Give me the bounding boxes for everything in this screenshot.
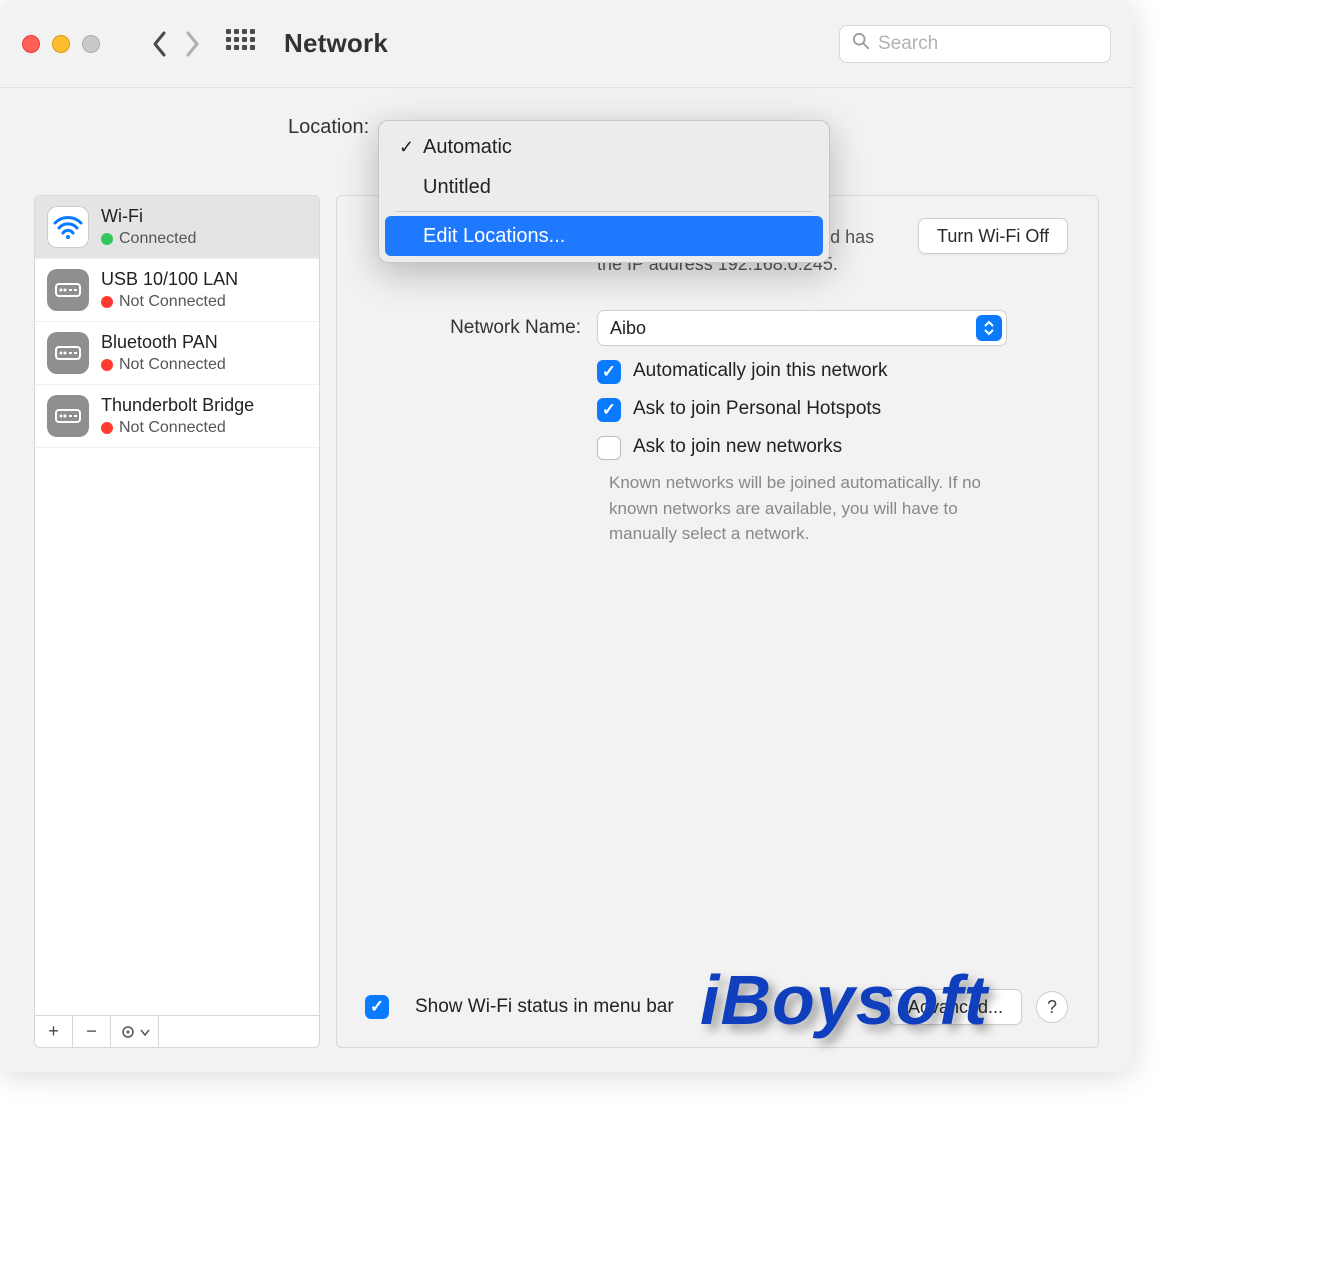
show-status-checkbox[interactable] — [365, 995, 389, 1019]
sidebar-spacer — [35, 448, 319, 1015]
location-label: Location: — [288, 116, 369, 139]
service-status: Not Connected — [101, 293, 238, 311]
show-status-label: Show Wi-Fi status in menu bar — [415, 996, 674, 1018]
check-icon: ✓ — [399, 137, 423, 158]
status-dot-icon — [101, 296, 113, 308]
system-preferences-window: Network Location: — [0, 0, 1133, 1072]
ask-new-label: Ask to join new networks — [633, 436, 842, 458]
ask-new-checkbox[interactable] — [597, 436, 621, 460]
service-name: Bluetooth PAN — [101, 332, 226, 354]
location-menu-item-automatic[interactable]: ✓ Automatic — [385, 127, 823, 167]
ask-hotspot-row: Ask to join Personal Hotspots — [367, 398, 1068, 422]
updown-arrows-icon — [976, 315, 1002, 341]
location-row: Location: — [0, 88, 1133, 118]
service-name: USB 10/100 LAN — [101, 269, 238, 291]
watermark: iBoysoft — [700, 960, 988, 1040]
service-actions-button[interactable] — [111, 1016, 159, 1047]
details-panel: Wi-Fi is connected to Aibo and has the I… — [336, 195, 1099, 1048]
ethernet-icon — [47, 332, 89, 374]
turn-wifi-off-button[interactable]: Turn Wi-Fi Off — [918, 218, 1068, 254]
known-networks-hint: Known networks will be joined automatica… — [609, 470, 1019, 547]
wifi-icon — [47, 206, 89, 248]
help-button[interactable]: ? — [1036, 991, 1068, 1023]
menu-item-label: Untitled — [423, 176, 491, 199]
add-service-button[interactable]: + — [35, 1016, 73, 1047]
service-usb-lan[interactable]: USB 10/100 LAN Not Connected — [35, 259, 319, 322]
auto-join-label: Automatically join this network — [633, 360, 888, 382]
service-text: USB 10/100 LAN Not Connected — [101, 269, 238, 311]
traffic-lights — [22, 35, 100, 53]
menu-item-label: Edit Locations... — [423, 225, 565, 248]
service-text: Wi-Fi Connected — [101, 206, 196, 248]
network-name-label: Network Name: — [367, 317, 597, 339]
network-name-row: Network Name: Aibo — [367, 310, 1068, 346]
search-icon — [852, 32, 878, 56]
service-name: Wi-Fi — [101, 206, 196, 228]
search-field[interactable] — [839, 25, 1111, 63]
network-name-select[interactable]: Aibo — [597, 310, 1007, 346]
back-button[interactable] — [144, 22, 176, 66]
search-input[interactable] — [878, 33, 1098, 55]
location-menu-item-untitled[interactable]: Untitled — [385, 167, 823, 207]
ask-new-row: Ask to join new networks — [367, 436, 1068, 460]
ethernet-icon — [47, 269, 89, 311]
panel-title: Network — [284, 28, 388, 59]
menu-separator — [395, 211, 813, 212]
status-dot-icon — [101, 422, 113, 434]
auto-join-row: Automatically join this network — [367, 360, 1068, 384]
close-window-button[interactable] — [22, 35, 40, 53]
forward-button[interactable] — [176, 22, 208, 66]
service-name: Thunderbolt Bridge — [101, 395, 254, 417]
chevron-down-icon — [140, 1021, 150, 1042]
location-menu: ✓ Automatic Untitled Edit Locations... — [378, 120, 830, 263]
status-dot-icon — [101, 359, 113, 371]
remove-service-button[interactable]: − — [73, 1016, 111, 1047]
service-bluetooth-pan[interactable]: Bluetooth PAN Not Connected — [35, 322, 319, 385]
titlebar: Network — [0, 0, 1133, 88]
location-menu-edit-locations[interactable]: Edit Locations... — [385, 216, 823, 256]
sidebar-footer: + − — [35, 1015, 319, 1047]
status-dot-icon — [101, 233, 113, 245]
service-status: Not Connected — [101, 356, 226, 374]
service-thunderbolt-bridge[interactable]: Thunderbolt Bridge Not Connected — [35, 385, 319, 448]
service-text: Bluetooth PAN Not Connected — [101, 332, 226, 374]
body: Wi-Fi Connected USB 10/100 LAN Not Conne… — [34, 195, 1099, 1048]
service-status: Connected — [101, 230, 196, 248]
ask-hotspot-label: Ask to join Personal Hotspots — [633, 398, 881, 420]
network-name-value: Aibo — [610, 318, 646, 339]
zoom-window-button[interactable] — [82, 35, 100, 53]
minimize-window-button[interactable] — [52, 35, 70, 53]
ethernet-icon — [47, 395, 89, 437]
menu-item-label: Automatic — [423, 136, 512, 159]
service-text: Thunderbolt Bridge Not Connected — [101, 395, 254, 437]
sidebar-footer-spacer — [159, 1016, 319, 1047]
show-all-icon[interactable] — [226, 29, 256, 59]
service-wifi[interactable]: Wi-Fi Connected — [35, 196, 319, 259]
service-status: Not Connected — [101, 419, 254, 437]
ask-hotspot-checkbox[interactable] — [597, 398, 621, 422]
services-sidebar: Wi-Fi Connected USB 10/100 LAN Not Conne… — [34, 195, 320, 1048]
auto-join-checkbox[interactable] — [597, 360, 621, 384]
